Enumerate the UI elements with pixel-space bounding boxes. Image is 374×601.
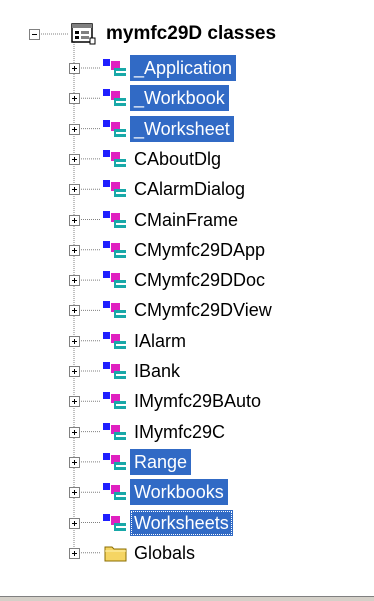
class-icon xyxy=(103,422,126,440)
class-icon xyxy=(103,513,126,531)
tree-item-label[interactable]: Globals xyxy=(130,540,199,566)
tree-item[interactable]: Workbooks xyxy=(0,477,374,507)
tree-item-label[interactable]: CMymfc29DApp xyxy=(130,237,269,263)
tree-item-label[interactable]: CMainFrame xyxy=(130,207,242,233)
tree-item[interactable]: CMymfc29DDoc xyxy=(0,265,374,295)
tree-item[interactable]: CAboutDlg xyxy=(0,144,374,174)
class-icon xyxy=(103,180,126,198)
classes-root-icon xyxy=(71,23,96,45)
class-icon xyxy=(103,119,126,137)
expand-plus-icon[interactable] xyxy=(69,123,80,135)
class-icon xyxy=(103,483,126,501)
class-icon xyxy=(103,452,126,470)
tree-item[interactable]: IAlarm xyxy=(0,326,374,356)
expand-plus-icon[interactable] xyxy=(69,456,80,468)
root-node-label[interactable]: mymfc29D classes xyxy=(106,23,276,45)
class-icon xyxy=(103,301,126,319)
class-icon xyxy=(103,59,126,76)
tree-item[interactable]: CMymfc29DView xyxy=(0,295,374,325)
tree-item[interactable]: IMymfc29BAuto xyxy=(0,386,374,416)
expand-plus-icon[interactable] xyxy=(69,487,80,499)
class-icon xyxy=(103,392,126,410)
expand-plus-icon[interactable] xyxy=(69,153,80,165)
class-icon xyxy=(103,362,126,379)
expand-plus-icon[interactable] xyxy=(69,214,80,226)
tree-item-label[interactable]: Worksheets xyxy=(130,509,233,536)
expand-plus-icon[interactable] xyxy=(69,335,80,347)
class-icon xyxy=(103,271,126,289)
tree-item-label[interactable]: CMymfc29DDoc xyxy=(130,267,269,293)
expand-plus-icon[interactable] xyxy=(69,275,80,287)
tree-item[interactable]: _Workbook xyxy=(0,83,374,113)
tree-item-label[interactable]: _Worksheet xyxy=(130,115,234,142)
tree-bottom-border xyxy=(0,596,374,601)
expand-plus-icon[interactable] xyxy=(69,244,80,256)
tree-item[interactable]: IBank xyxy=(0,356,374,386)
expand-plus-icon[interactable] xyxy=(69,396,80,408)
expand-plus-icon[interactable] xyxy=(69,366,80,377)
expand-plus-icon[interactable] xyxy=(69,93,80,105)
tree-item[interactable]: _Worksheet xyxy=(0,114,374,144)
expand-plus-icon[interactable] xyxy=(69,184,80,196)
expand-plus-icon[interactable] xyxy=(69,305,80,317)
tree-item[interactable]: Range xyxy=(0,447,374,477)
tree-item-label[interactable]: IMymfc29BAuto xyxy=(130,388,265,414)
class-icon xyxy=(103,149,126,167)
tree-item-label[interactable]: CMymfc29DView xyxy=(130,297,276,323)
tree-item-label[interactable]: _Workbook xyxy=(130,85,229,112)
expand-plus-icon[interactable] xyxy=(69,517,80,529)
tree-item[interactable]: CMymfc29DApp xyxy=(0,235,374,265)
tree-item[interactable]: IMymfc29C xyxy=(0,417,374,447)
tree-item-label[interactable]: _Application xyxy=(130,55,237,81)
tree-item-label[interactable]: Range xyxy=(130,448,192,475)
tree-item-label[interactable]: Workbooks xyxy=(130,479,228,506)
tree-item[interactable]: _Application xyxy=(0,53,374,83)
tree-item[interactable]: Worksheets xyxy=(0,508,374,538)
tree-item-label[interactable]: CAlarmDialog xyxy=(130,176,249,202)
class-icon xyxy=(103,240,126,258)
root-collapse-button[interactable] xyxy=(29,29,40,40)
tree-item[interactable]: CAlarmDialog xyxy=(0,174,374,204)
folder-icon xyxy=(104,546,127,562)
tree-item-label[interactable]: CAboutDlg xyxy=(130,146,225,172)
tree-item-label[interactable]: IBank xyxy=(130,358,184,384)
expand-plus-icon[interactable] xyxy=(69,63,80,74)
tree-item[interactable]: CMainFrame xyxy=(0,205,374,235)
expand-plus-icon[interactable] xyxy=(69,426,80,438)
class-view-tree[interactable]: mymfc29D classes _Application _Workbook _W… xyxy=(0,0,374,601)
tree-item[interactable]: Globals xyxy=(0,538,374,568)
class-icon xyxy=(103,210,126,228)
class-icon xyxy=(103,89,126,107)
tree-item-label[interactable]: IAlarm xyxy=(130,328,190,354)
class-icon xyxy=(103,331,126,349)
tree-item-label[interactable]: IMymfc29C xyxy=(130,419,229,445)
expand-plus-icon[interactable] xyxy=(69,547,80,559)
